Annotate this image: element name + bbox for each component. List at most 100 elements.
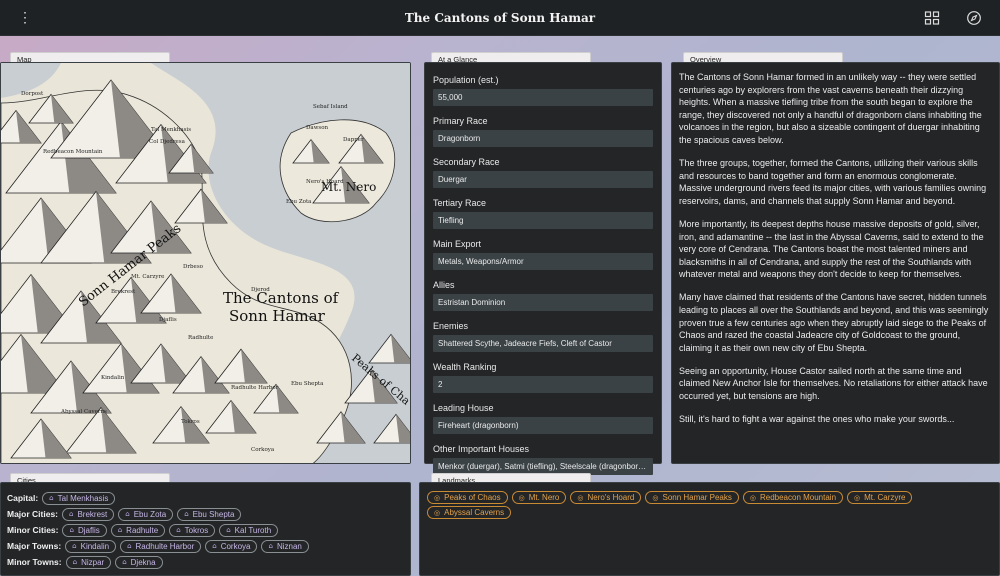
glance-label: Secondary Race <box>433 157 500 167</box>
building-columns-icon: ⌂ <box>72 542 77 550</box>
map-place-label: Col Djedresa <box>149 139 186 145</box>
map-place-label: Corkoya <box>251 447 275 453</box>
cities-row-major-towns: Major Towns: ⌂ Kindalin ⌂ Radhulte Harbor ⌂ Co… <box>7 539 410 553</box>
glance-value: 2 <box>433 376 653 393</box>
city-chip-label: Nizpar <box>81 557 105 567</box>
city-chip[interactable]: ⌂ Djekna <box>115 555 163 569</box>
cities-row-minor-cities: Minor Cities: ⌂ Djaflis ⌂ Radhulte ⌂ Tokros ⌂ Ka… <box>7 523 410 537</box>
glance-label: Primary Race <box>433 116 488 126</box>
compass-icon: ◎ <box>434 509 441 517</box>
city-chip[interactable]: ⌂ Kal Turoth <box>219 523 279 537</box>
map-place-label: Drbeso <box>183 264 204 270</box>
city-chip-label: Brekrest <box>77 509 108 519</box>
glance-label: Wealth Ranking <box>433 362 497 372</box>
city-chip[interactable]: ⌂ Corkoya <box>205 539 258 553</box>
building-columns-icon: ⌂ <box>117 526 123 534</box>
map-panel[interactable]: Sonn Hamar Peaks The Cantons of Sonn Ham… <box>0 62 411 464</box>
compass-icon: ◎ <box>518 494 525 502</box>
compass-icon: ◎ <box>652 494 659 502</box>
landmark-chip[interactable]: ◎ Redbeacon Mountain <box>742 491 844 504</box>
glance-panel: Population (est.) 55,000 Primary Race Drago… <box>424 62 662 475</box>
cities-row-label: Minor Towns: <box>7 557 62 567</box>
landmark-chip[interactable]: ◎ Peaks of Chaos <box>427 491 508 504</box>
map-title-line1: The Cantons of <box>223 289 340 307</box>
city-chip[interactable]: ⌂ Radhulte Harbor <box>120 539 202 553</box>
compass-icon: ◎ <box>577 494 584 502</box>
map-place-label: Abyssal Caverns <box>60 409 107 415</box>
city-chip-label: Ebu Zota <box>133 509 167 519</box>
glance-value: Estristan Dominion <box>433 294 653 311</box>
compass-icon: ◎ <box>434 494 441 502</box>
landmark-chip[interactable]: ◎ Nero's Hoard <box>570 491 642 504</box>
cities-row-minor-towns: Minor Towns: ⌂ Nizpar ⌂ Djekna <box>7 555 410 569</box>
city-chip-label: Niznan <box>276 541 302 551</box>
building-columns-icon: ⌂ <box>72 558 78 566</box>
landmark-chip-label: Redbeacon Mountain <box>759 493 837 502</box>
map-place-label: Radhulte Harbor <box>231 385 279 391</box>
glance-label: Allies <box>433 280 455 290</box>
building-columns-icon: ⌂ <box>176 526 181 534</box>
city-chip-label: Radhulte Harbor <box>135 541 195 551</box>
city-chip[interactable]: ⌂ Djaflis <box>62 523 107 537</box>
landmark-chip-label: Peaks of Chaos <box>444 493 501 502</box>
glance-value: 55,000 <box>433 89 653 106</box>
city-chip-label: Kal Turoth <box>234 525 272 535</box>
map-place-label: Dawson <box>306 125 329 131</box>
building-columns-icon: ⌂ <box>268 542 273 550</box>
map-place-label: Dorpost <box>21 91 44 97</box>
city-chip[interactable]: ⌂ Ebu Shepta <box>177 507 242 521</box>
city-chip[interactable]: ⌂ Kindalin <box>65 539 117 553</box>
cities-row-label: Major Towns: <box>7 541 62 551</box>
city-chip-label: Djekna <box>130 557 156 567</box>
grid-layout-icon[interactable] <box>924 10 940 26</box>
city-chip-label: Ebu Shepta <box>192 509 235 519</box>
region-map[interactable]: Sonn Hamar Peaks The Cantons of Sonn Ham… <box>1 63 411 464</box>
city-chip[interactable]: ⌂ Niznan <box>261 539 309 553</box>
city-chip[interactable]: ⌂ Radhulte <box>110 523 166 537</box>
compass-icon[interactable] <box>966 10 982 26</box>
cities-row-label: Minor Cities: <box>7 525 59 535</box>
overview-paragraph: The Cantons of Sonn Hamar formed in an u… <box>679 72 982 145</box>
glance-label: Tertiary Race <box>433 198 487 208</box>
city-chip[interactable]: ⌂ Tal Menkhasis <box>42 491 116 505</box>
map-place-label: Dapper <box>343 137 364 143</box>
map-place-label: Djerod <box>251 287 270 293</box>
overview-paragraph: More importantly, its deepest depths hou… <box>679 218 984 280</box>
page-title: The Cantons of Sonn Hamar <box>404 10 596 25</box>
map-title-line2: Sonn Hamar <box>229 307 326 325</box>
glance-label: Population (est.) <box>433 75 499 85</box>
overview-panel[interactable]: The Cantons of Sonn Hamar formed in an u… <box>671 62 1000 464</box>
landmark-chip-label: Sonn Hamar Peaks <box>662 493 732 502</box>
compass-icon: ◎ <box>749 494 756 502</box>
more-vertical-icon[interactable]: ⋮ <box>18 9 32 26</box>
glance-label: Other Important Houses <box>433 444 530 454</box>
city-chip[interactable]: ⌂ Nizpar <box>65 555 112 569</box>
map-place-label: Mt. Carzyre <box>131 274 164 280</box>
cities-panel: Capital: ⌂ Tal Menkhasis Major Cities: ⌂ Brek… <box>0 482 411 576</box>
landmark-chip[interactable]: ◎ Abyssal Caverns <box>427 506 512 519</box>
city-chip-label: Djaflis <box>77 525 100 535</box>
glance-value: Dragonborn <box>433 130 653 147</box>
building-columns-icon: ⌂ <box>69 526 74 534</box>
map-place-label: Ebu Zota <box>286 199 312 205</box>
landmark-chip[interactable]: ◎ Sonn Hamar Peaks <box>645 491 739 504</box>
overview-paragraph: Many have claimed that residents of the … <box>679 292 989 353</box>
city-chip[interactable]: ⌂ Ebu Zota <box>118 507 174 521</box>
cities-row-major-cities: Major Cities: ⌂ Brekrest ⌂ Ebu Zota ⌂ Ebu Shep… <box>7 507 410 521</box>
landmark-chip-label: Abyssal Caverns <box>444 508 505 517</box>
glance-value: Tiefling <box>433 212 653 229</box>
city-chip[interactable]: ⌂ Tokros <box>169 523 216 537</box>
map-place-label: Redbeacon Mountain <box>43 149 103 155</box>
landmarks-panel: ◎ Peaks of Chaos ◎ Mt. Nero ◎ Nero's Hoard ◎ So… <box>419 482 1000 576</box>
building-columns-icon: ⌂ <box>226 526 231 534</box>
glance-label: Enemies <box>433 321 469 331</box>
city-chip[interactable]: ⌂ Brekrest <box>62 507 115 521</box>
map-place-label: Tokros <box>181 419 200 425</box>
building-columns-icon: ⌂ <box>212 542 217 550</box>
building-columns-icon: ⌂ <box>127 542 132 550</box>
landmark-chip[interactable]: ◎ Mt. Nero <box>511 491 567 504</box>
map-place-label: Sebaf Island <box>313 104 348 110</box>
city-chip-label: Corkoya <box>220 541 251 551</box>
building-columns-icon: ⌂ <box>49 494 54 502</box>
landmark-chip[interactable]: ◎ Mt. Carzyre <box>847 491 913 504</box>
